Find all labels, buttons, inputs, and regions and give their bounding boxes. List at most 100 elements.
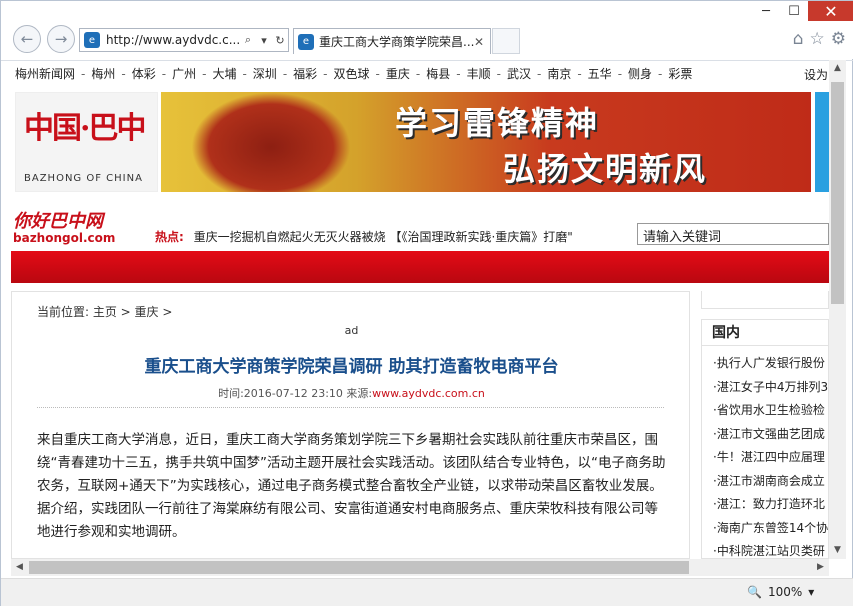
status-bar: 🔍 100% ▾ — [1, 578, 853, 606]
separator: - — [242, 66, 247, 81]
hot-news: 热点: 重庆一挖掘机自燃起火无灭火器被烧 【《治国理政新实践·重庆篇》打磨" — [155, 228, 573, 245]
separator: - — [658, 66, 663, 81]
sidebar-news-item[interactable]: ·湛江女子中4万排列3 — [713, 378, 828, 402]
ad-banner[interactable]: 学习雷锋精神 弘扬文明新风 — [161, 92, 811, 192]
sidebar-list: ·执行人广发银行股份 ·湛江女子中4万排列3 ·省饮用水卫生检验检 ·湛江市文强… — [702, 346, 828, 558]
logo-cn-text: 中国·巴中 — [24, 111, 146, 146]
link-item[interactable]: 侧身 — [628, 65, 652, 82]
refresh-icon[interactable]: ↻ — [272, 34, 288, 47]
sidebar-news-item[interactable]: ·海南广东曾签14个协 — [713, 519, 828, 543]
sidebar-heading: 国内 — [702, 320, 828, 346]
favorites-star-icon[interactable]: ☆ — [810, 29, 825, 49]
search-icon[interactable]: ⌕ — [240, 33, 256, 47]
site-logo-text: 你好巴中网 — [13, 211, 103, 232]
site-header: 你好巴中网 bazhongol.com 热点: 重庆一挖掘机自燃起火无灭火器被烧… — [1, 201, 829, 251]
separator: - — [577, 66, 582, 81]
sidebar-news-item[interactable]: ·湛江市湖南商会成立 — [713, 472, 828, 496]
sidebar: 国内 ·执行人广发银行股份 ·湛江女子中4万排列3 ·省饮用水卫生检验检 ·湛江… — [701, 291, 829, 559]
article-time: 时间:2016-07-12 23:10 来源: — [218, 387, 373, 400]
link-item[interactable]: 彩票 — [668, 65, 692, 82]
sidebar-news-item[interactable]: ·执行人广发银行股份 — [713, 354, 828, 378]
window-controls: ─ ☐ ✕ — [752, 1, 853, 23]
separator: - — [415, 66, 421, 81]
link-item[interactable]: 重庆 — [386, 65, 410, 82]
city-link-bar: 梅州新闻网 - 梅州 - 体彩 - 广州 - 大埔 - 深圳 - 福彩 - 双色球 - 重庆 - … — [1, 60, 853, 86]
link-item[interactable]: 广州 — [172, 65, 196, 82]
separator: - — [375, 66, 380, 81]
horizontal-scrollbar[interactable]: ◀ ▶ — [11, 559, 829, 576]
hot-news-link[interactable]: 重庆一挖掘机自燃起火无灭火器被烧 【《治国理政新实践·重庆篇》打磨" — [194, 230, 573, 244]
sidebar-news-item[interactable]: ·湛江：致力打造环北 — [713, 495, 828, 519]
separator: - — [282, 66, 288, 81]
breadcrumb[interactable]: 当前位置: 主页 > 重庆 > — [37, 303, 172, 320]
scroll-left-arrow-icon[interactable]: ◀ — [11, 559, 28, 576]
separator: - — [496, 66, 501, 81]
bazhong-logo[interactable]: 中国·巴中 BAZHONG OF CHINA — [15, 92, 158, 192]
zoom-dropdown-icon[interactable]: ▾ — [808, 585, 814, 599]
browser-window: ─ ☐ ✕ ← → e http://www.aydvdc.c... ⌕ ▾ ↻… — [0, 0, 853, 606]
set-homepage-link[interactable]: 设为 — [804, 66, 828, 83]
minimize-button[interactable]: ─ — [752, 1, 780, 21]
ad-label: ad — [344, 324, 359, 337]
scroll-right-arrow-icon[interactable]: ▶ — [812, 559, 829, 576]
sidebar-news-item[interactable]: ·中科院湛江站贝类研 — [713, 542, 828, 558]
separator: - — [323, 66, 328, 81]
maximize-button[interactable]: ☐ — [780, 1, 808, 21]
scroll-up-arrow-icon[interactable]: ▲ — [829, 60, 846, 77]
settings-gear-icon[interactable]: ⚙ — [831, 29, 846, 49]
separator: - — [617, 66, 623, 81]
article-source-link[interactable]: www.aydvdc.com.cn — [372, 387, 485, 400]
back-arrow-icon: ← — [20, 30, 34, 48]
dropdown-icon[interactable]: ▾ — [256, 34, 272, 47]
link-item[interactable]: 福彩 — [293, 65, 317, 82]
tab-close-icon[interactable]: ✕ — [474, 35, 490, 49]
zoom-control[interactable]: 🔍 100% ▾ — [747, 585, 814, 599]
separator: - — [202, 66, 207, 81]
link-item[interactable]: 深圳 — [253, 65, 277, 82]
tab-title: 重庆工商大学商策学院荣昌... — [319, 35, 474, 49]
vertical-scrollbar[interactable]: ▲ ▼ — [829, 60, 846, 559]
link-item[interactable]: 梅州新闻网 — [15, 65, 75, 82]
forward-button[interactable]: → — [47, 25, 75, 53]
address-bar[interactable]: e http://www.aydvdc.c... ⌕ ▾ ↻ — [79, 28, 289, 52]
sidebar-top-box — [701, 291, 829, 309]
horizontal-scroll-thumb[interactable] — [29, 561, 689, 574]
divider — [37, 407, 664, 408]
back-button[interactable]: ← — [13, 25, 41, 53]
sidebar-news-item[interactable]: ·省饮用水卫生检验检 — [713, 401, 828, 425]
separator: - — [161, 66, 167, 81]
link-item[interactable]: 南京 — [547, 65, 571, 82]
separator: - — [536, 66, 542, 81]
article-title: 重庆工商大学商策学院荣昌调研 助其打造畜牧电商平台 — [144, 357, 559, 377]
zoom-level: 100% — [767, 585, 803, 599]
site-logo[interactable]: 你好巴中网 bazhongol.com — [13, 207, 115, 245]
browser-chrome: ─ ☐ ✕ ← → e http://www.aydvdc.c... ⌕ ▾ ↻… — [1, 1, 853, 59]
sidebar-news-item[interactable]: ·湛江市文强曲艺团成 — [713, 425, 828, 449]
article-paragraph: 来自重庆工商大学消息，近日，重庆工商大学商务策划学院三下乡暑期社会实践队前往重庆… — [37, 432, 666, 494]
article-meta: 时间:2016-07-12 23:10 来源:www.aydvdc.com.cn — [12, 385, 691, 401]
link-item[interactable]: 梅州 — [91, 65, 115, 82]
tab-active[interactable]: e 重庆工商大学商策学院荣昌... ✕ — [293, 28, 491, 54]
search-input[interactable]: 请输入关键词 — [637, 223, 829, 245]
new-tab-button[interactable] — [492, 28, 520, 54]
link-item[interactable]: 大埔 — [212, 65, 236, 82]
link-item[interactable]: 梅县 — [426, 65, 450, 82]
article-body: 来自重庆工商大学消息，近日，重庆工商大学商务策划学院三下乡暑期社会实践队前往重庆… — [37, 429, 667, 544]
close-button[interactable]: ✕ — [808, 1, 853, 21]
side-ad[interactable] — [815, 92, 829, 192]
vertical-scroll-thumb[interactable] — [831, 82, 844, 304]
main-nav-bar — [11, 251, 829, 283]
link-item[interactable]: 武汉 — [507, 65, 531, 82]
home-icon[interactable]: ⌂ — [793, 29, 804, 49]
sidebar-news-item[interactable]: ·牛！湛江四中应届理 — [713, 448, 828, 472]
site-domain: bazhongol.com — [13, 231, 116, 245]
ad-line-2: 弘扬文明新风 — [503, 150, 708, 188]
link-item[interactable]: 丰顺 — [467, 65, 491, 82]
zoom-icon: 🔍 — [747, 585, 762, 599]
scroll-down-arrow-icon[interactable]: ▼ — [829, 542, 846, 559]
link-item[interactable]: 五华 — [588, 65, 612, 82]
link-item[interactable]: 双色球 — [334, 65, 370, 82]
address-text[interactable]: http://www.aydvdc.c... — [106, 33, 240, 47]
tab-favicon-icon: e — [298, 33, 314, 50]
link-item[interactable]: 体彩 — [132, 65, 156, 82]
